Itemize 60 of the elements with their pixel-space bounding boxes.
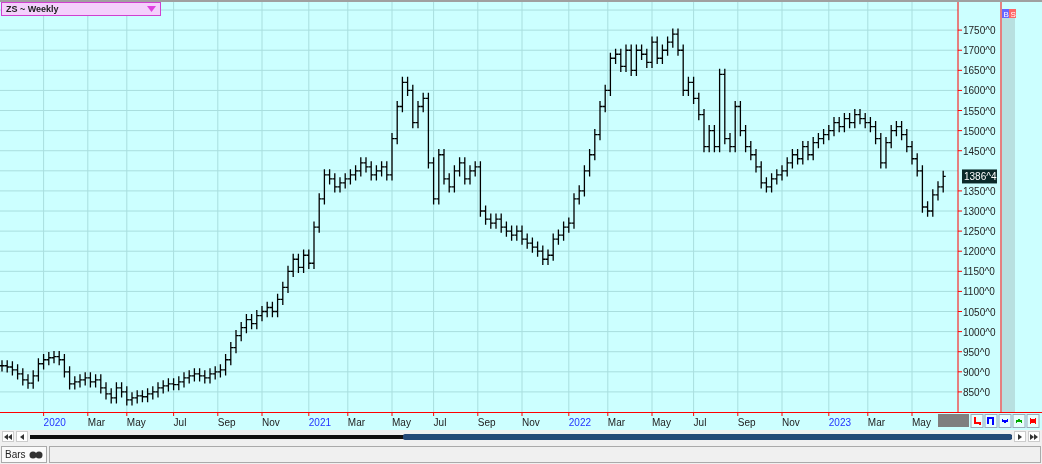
y-tick-label: 900^0 — [963, 366, 990, 378]
x-tick-label: 2023 — [828, 417, 852, 428]
x-tick-label: Nov — [522, 417, 540, 428]
y-tick-label: 1350^0 — [963, 185, 996, 197]
x-tick-label: May — [126, 417, 146, 428]
y-tick-label: 1200^0 — [963, 246, 996, 258]
y-tick-label: 1700^0 — [963, 45, 996, 57]
left-arrow-icon — [20, 433, 24, 440]
x-tick-label: Mar — [607, 417, 626, 428]
scroll-left-button[interactable] — [16, 431, 28, 442]
y-tick-label: 1600^0 — [963, 85, 996, 97]
side-button[interactable]: B — [1002, 9, 1009, 19]
y-tick-label: 850^0 — [963, 386, 990, 398]
x-tick-label: Nov — [262, 417, 280, 428]
x-tick-label: 2022 — [568, 417, 592, 428]
y-tick-label: 1150^0 — [963, 266, 995, 278]
y-tick-label: 1500^0 — [963, 125, 996, 137]
last-price-tag: 1386^4 — [962, 169, 997, 184]
tool-button[interactable] — [984, 414, 998, 428]
x-tick-label: Jul — [433, 417, 447, 428]
x-tick-label: Nov — [782, 417, 800, 428]
x-tick-label: Jul — [693, 417, 707, 428]
scroll-right-button[interactable] — [1014, 431, 1026, 442]
double-right-arrow-icon — [1030, 433, 1038, 440]
double-left-arrow-icon — [4, 433, 12, 440]
y-tick-label: 1650^0 — [963, 65, 996, 77]
x-tick-label: Sep — [477, 417, 496, 428]
y-tick-label: 950^0 — [963, 346, 990, 358]
tool-button[interactable] — [970, 414, 984, 428]
y-tick-label: 1000^0 — [963, 326, 996, 338]
y-tick-label: 1450^0 — [963, 145, 996, 157]
x-tick-label: 2020 — [43, 417, 66, 428]
y-tick-label: 1050^0 — [963, 306, 996, 318]
symbol-dropdown[interactable]: ZS ~ Weekly — [1, 2, 161, 16]
tool-button[interactable] — [998, 414, 1012, 428]
x-tick-label: May — [912, 417, 931, 428]
scroll-track[interactable] — [30, 434, 1012, 439]
y-tick-label: 1250^0 — [963, 226, 996, 238]
scroll-end-button[interactable] — [1028, 431, 1040, 442]
scroll-thumb[interactable] — [403, 433, 1012, 440]
tool-button[interactable] — [1026, 414, 1040, 428]
y-tick-label: 1100^0 — [963, 286, 995, 298]
x-tick-label: 2021 — [308, 417, 332, 428]
x-tick-label: Jul — [173, 417, 187, 428]
x-tick-label: May — [392, 417, 411, 428]
corner-panel — [938, 414, 969, 427]
right-arrow-icon — [1018, 433, 1022, 440]
y-tick-label: 1300^0 — [963, 206, 996, 217]
x-tick-label: Mar — [867, 417, 886, 428]
x-tick-label: Sep — [217, 417, 236, 428]
scroll-start-button[interactable] — [2, 431, 14, 442]
y-tick-label: 1750^0 — [963, 25, 996, 37]
x-tick-label: Sep — [737, 417, 756, 428]
chart-tab[interactable]: Bars — [1, 446, 47, 463]
caret-icon — [147, 6, 156, 12]
two-dots-icon — [28, 450, 43, 459]
x-tick-label: Mar — [347, 417, 366, 428]
x-tick-label: May — [652, 417, 671, 428]
x-tick-label: Mar — [87, 417, 106, 428]
y-tick-label: 1550^0 — [963, 105, 996, 117]
